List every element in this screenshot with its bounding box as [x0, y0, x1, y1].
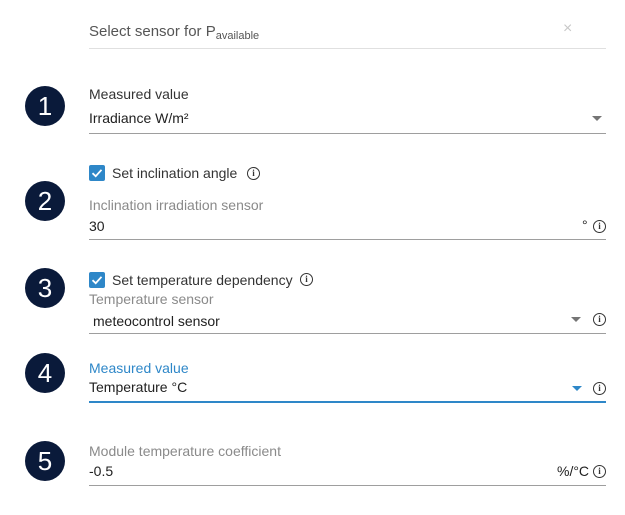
temperature-dependency-checkbox-label[interactable]: Set temperature dependency — [112, 272, 293, 288]
degree-unit: ° — [582, 217, 588, 233]
info-icon[interactable]: i — [247, 167, 260, 180]
temperature-sensor-label: Temperature sensor — [89, 291, 214, 307]
inclination-angle-checkbox[interactable] — [89, 165, 105, 181]
module-temperature-coefficient-value: -0.5 — [89, 463, 114, 479]
checkmark-icon — [91, 276, 103, 285]
info-icon[interactable]: i — [300, 273, 313, 286]
info-icon[interactable]: i — [593, 465, 606, 478]
measured-value-selected: Irradiance W/m² — [89, 110, 189, 126]
checkmark-icon — [91, 169, 103, 178]
temperature-sensor-underline — [89, 333, 606, 334]
header-divider — [89, 48, 606, 49]
dialog-title-subscript: available — [215, 30, 260, 42]
info-icon[interactable]: i — [593, 382, 606, 395]
step-badge-4: 4 — [25, 353, 65, 393]
inclination-sensor-input[interactable]: 30 ° — [89, 216, 606, 240]
dialog-title-text: Select sensor for P — [89, 23, 216, 40]
close-icon[interactable]: × — [563, 20, 572, 38]
step-badge-5: 5 — [25, 441, 65, 481]
measured-value-label: Measured value — [89, 86, 189, 102]
temperature-dependency-checkbox[interactable] — [89, 272, 105, 288]
temperature-measured-value-select[interactable]: Temperature °C — [89, 378, 589, 402]
inclination-angle-checkbox-label[interactable]: Set inclination angle — [112, 165, 237, 181]
measured-value-select[interactable]: Irradiance W/m² — [89, 108, 606, 134]
temperature-sensor-select[interactable]: meteocontrol sensor — [89, 310, 589, 334]
measured-value-underline — [89, 133, 606, 134]
dialog-title: Select sensor for Pavailable — [89, 23, 259, 42]
module-temperature-coefficient-label: Module temperature coefficient — [89, 443, 281, 459]
info-icon[interactable]: i — [593, 220, 606, 233]
step-badge-2: 2 — [25, 181, 65, 221]
module-temperature-coefficient-input[interactable]: -0.5 %/°C — [89, 461, 606, 485]
inclination-sensor-value: 30 — [89, 218, 105, 234]
measured-value-label-focused: Measured value — [89, 360, 189, 376]
inclination-sensor-underline — [89, 239, 606, 240]
step-badge-3: 3 — [25, 268, 65, 308]
temperature-sensor-selected: meteocontrol sensor — [93, 313, 220, 329]
chevron-down-icon — [571, 317, 581, 322]
inclination-sensor-label: Inclination irradiation sensor — [89, 197, 264, 213]
chevron-down-icon — [592, 116, 602, 121]
info-icon[interactable]: i — [593, 313, 606, 326]
measured-value-underline-focused — [89, 401, 606, 403]
percent-per-degree-unit: %/°C — [557, 463, 590, 479]
step-badge-1: 1 — [25, 86, 65, 126]
module-temperature-coefficient-underline — [89, 485, 606, 486]
chevron-down-icon — [572, 386, 582, 391]
temperature-measured-value-selected: Temperature °C — [89, 379, 188, 395]
